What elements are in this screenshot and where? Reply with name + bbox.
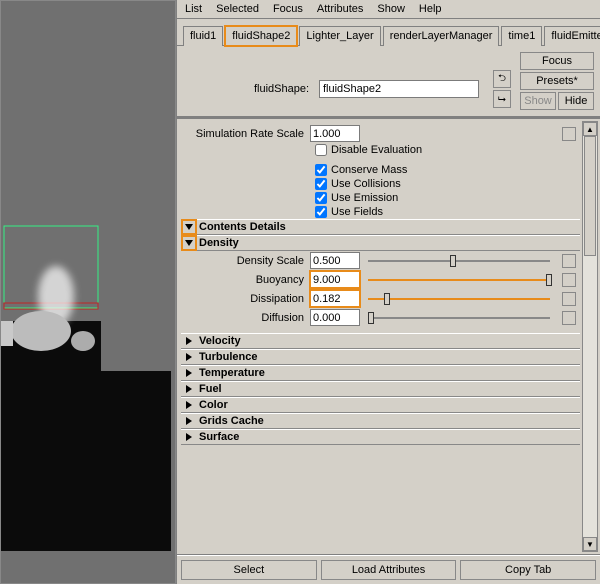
scroll-up-icon[interactable]: ▲ (583, 122, 597, 136)
dissipation-input[interactable] (310, 290, 360, 307)
tab-fluidemitter1[interactable]: fluidEmitter1 (544, 26, 600, 46)
menu-list[interactable]: List (183, 2, 204, 16)
diffusion-label: Diffusion (185, 312, 310, 324)
scroll-down-icon[interactable]: ▼ (583, 537, 597, 551)
tab-fluid1[interactable]: fluid1 (183, 26, 223, 46)
use-fields-label: Use Fields (331, 206, 383, 218)
section-contents-details[interactable]: Contents Details (181, 219, 580, 235)
velocity-label: Velocity (199, 335, 241, 347)
presets-button[interactable]: Presets* (520, 72, 594, 90)
section-temperature[interactable]: Temperature (181, 365, 580, 381)
attribute-editor: List Selected Focus Attributes Show Help… (176, 0, 600, 584)
menu-attributes[interactable]: Attributes (315, 2, 365, 16)
chevron-right-icon (183, 351, 195, 363)
hide-button[interactable]: Hide (558, 92, 594, 110)
node-type-label: fluidShape: (183, 83, 313, 95)
density-scale-input[interactable] (310, 252, 360, 269)
copy-tab-button[interactable]: Copy Tab (460, 560, 596, 580)
color-label: Color (199, 399, 228, 411)
disable-evaluation-checkbox[interactable] (315, 144, 327, 156)
use-emission-label: Use Emission (331, 192, 398, 204)
scrollbar-thumb[interactable] (584, 136, 596, 256)
section-velocity[interactable]: Velocity (181, 333, 580, 349)
sim-rate-input[interactable] (310, 125, 360, 142)
section-fuel[interactable]: Fuel (181, 381, 580, 397)
go-up-icon[interactable]: ⮌ (493, 70, 511, 88)
tab-fluidshape2[interactable]: fluidShape2 (225, 26, 297, 46)
bottom-bar: Select Load Attributes Copy Tab (177, 555, 600, 584)
swatch-icon[interactable] (562, 273, 576, 287)
chevron-right-icon (183, 367, 195, 379)
section-turbulence[interactable]: Turbulence (181, 349, 580, 365)
menu-show[interactable]: Show (375, 2, 407, 16)
use-emission-checkbox[interactable] (315, 192, 327, 204)
go-down-icon[interactable]: ⮡ (493, 90, 511, 108)
section-color[interactable]: Color (181, 397, 580, 413)
fuel-label: Fuel (199, 383, 222, 395)
chevron-right-icon (183, 431, 195, 443)
section-surface[interactable]: Surface (181, 429, 580, 445)
menubar: List Selected Focus Attributes Show Help (177, 0, 600, 19)
conserve-mass-checkbox[interactable] (315, 164, 327, 176)
sim-rate-label: Simulation Rate Scale (185, 128, 310, 140)
use-collisions-label: Use Collisions (331, 178, 401, 190)
scrollbar[interactable]: ▲ ▼ (582, 121, 598, 552)
menu-focus[interactable]: Focus (271, 2, 305, 16)
chevron-right-icon (183, 383, 195, 395)
contents-details-label: Contents Details (199, 221, 286, 233)
dissipation-slider[interactable] (368, 298, 550, 300)
buoyancy-slider[interactable] (368, 279, 550, 281)
chevron-down-icon (183, 221, 195, 233)
grids-cache-label: Grids Cache (199, 415, 264, 427)
diffusion-input[interactable] (310, 309, 360, 326)
surface-label: Surface (199, 431, 239, 443)
menu-help[interactable]: Help (417, 2, 444, 16)
density-scale-label: Density Scale (185, 255, 310, 267)
chevron-right-icon (183, 335, 195, 347)
section-grids-cache[interactable]: Grids Cache (181, 413, 580, 429)
conserve-mass-label: Conserve Mass (331, 164, 407, 176)
dissipation-label: Dissipation (185, 293, 310, 305)
viewport (1, 1, 175, 583)
show-button[interactable]: Show (520, 92, 556, 110)
tab-lighter-layer[interactable]: Lighter_Layer (299, 26, 380, 46)
swatch-icon[interactable] (562, 292, 576, 306)
load-attributes-button[interactable]: Load Attributes (321, 560, 457, 580)
chevron-right-icon (183, 399, 195, 411)
buoyancy-label: Buoyancy (185, 274, 310, 286)
focus-button[interactable]: Focus (520, 52, 594, 70)
density-label: Density (199, 237, 239, 249)
diffusion-slider[interactable] (368, 317, 550, 319)
use-fields-checkbox[interactable] (315, 206, 327, 218)
section-density[interactable]: Density (181, 235, 580, 251)
node-tabs: fluid1 fluidShape2 Lighter_Layer renderL… (177, 19, 600, 46)
turbulence-label: Turbulence (199, 351, 257, 363)
menu-selected[interactable]: Selected (214, 2, 261, 16)
viewport-panel[interactable] (0, 0, 176, 584)
use-collisions-checkbox[interactable] (315, 178, 327, 190)
node-name-input[interactable] (319, 80, 479, 98)
swatch-icon[interactable] (562, 311, 576, 325)
density-scale-slider[interactable] (368, 260, 550, 262)
swatch-icon[interactable] (562, 254, 576, 268)
buoyancy-input[interactable] (310, 271, 360, 288)
select-button[interactable]: Select (181, 560, 317, 580)
tab-time1[interactable]: time1 (501, 26, 542, 46)
disable-evaluation-label: Disable Evaluation (331, 144, 422, 156)
tab-renderlayermanager[interactable]: renderLayerManager (383, 26, 500, 46)
chevron-right-icon (183, 415, 195, 427)
temperature-label: Temperature (199, 367, 265, 379)
swatch-icon[interactable] (562, 127, 576, 141)
chevron-down-icon (183, 237, 195, 249)
